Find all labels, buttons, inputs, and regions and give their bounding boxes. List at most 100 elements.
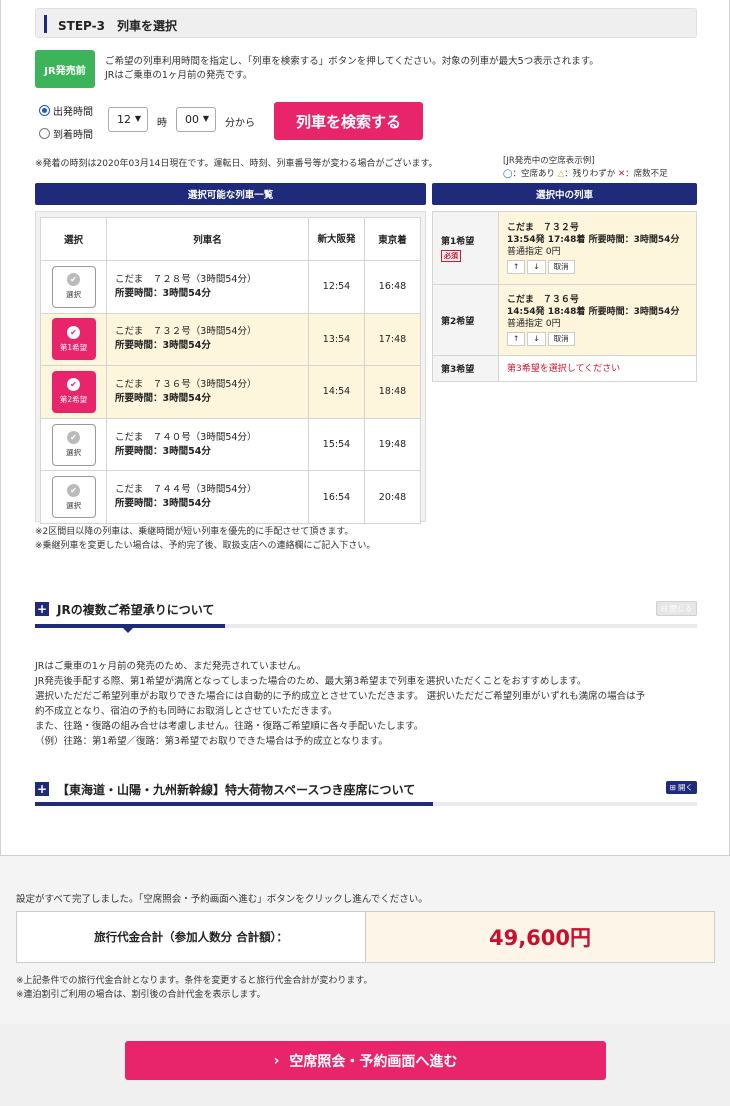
arrival-time: 18:48 — [364, 365, 421, 419]
chosen-seat-type: 普通指定 0円 — [507, 319, 561, 329]
plus-square-icon: ⊞ — [669, 783, 676, 792]
select-train-button[interactable]: ✔ 選択 — [51, 423, 96, 466]
chevron-right-icon: › — [273, 1052, 280, 1069]
step-header: STEP-3 列車を選択 — [35, 8, 697, 38]
intro-line-1: ご希望の列車利用時間を指定し、「列車を検索する」ボタンを押してください。対象の列… — [105, 56, 599, 67]
legend-available: ：空席あり — [512, 169, 556, 179]
col-select: 選択 — [40, 217, 107, 261]
select-train-button[interactable]: ✔ 選択 — [51, 265, 96, 308]
move-up-button[interactable]: ↑ — [507, 332, 526, 346]
legend-none: ：席数不足 — [625, 169, 668, 179]
price-note-1: ※上記条件での旅行代金合計となります。条件を変更すると旅行代金合計が変わります。 — [16, 976, 373, 986]
available-trains-list: 選択 列車名 新大阪発 東京着 ✔ 選択 こだま ７２８号（3時間54分） 所要時間… — [35, 211, 426, 524]
jr-presale-badge: JR発売前 — [35, 50, 95, 88]
table-row: ✔ 第1希望 こだま ７３２号（3時間54分） 所要時間：3時間54分 13:54 … — [40, 312, 421, 367]
check-icon: ✔ — [67, 378, 80, 392]
step-title: STEP-3 列車を選択 — [58, 19, 177, 33]
minute-value: 00 — [185, 113, 199, 126]
arrival-time: 20:48 — [364, 470, 421, 524]
section-underline-accent — [35, 802, 433, 806]
minute-select[interactable]: 00 ▼ — [176, 107, 216, 132]
from-label: 分から — [225, 118, 255, 129]
seat-legend: [JR発売中の空席表示例] ◯：空席あり △：残りわずか ✕：席数不足 — [503, 155, 668, 181]
legend-title: [JR発売中の空席表示例] — [503, 156, 595, 166]
proceed-button[interactable]: › 空席照会・予約画面へ進む — [125, 1041, 606, 1080]
chosen-seat-type: 普通指定 0円 — [507, 247, 561, 257]
train-duration: 所要時間：3時間54分 — [115, 392, 211, 404]
proceed-label: 空席照会・予約画面へ進む — [289, 1053, 458, 1070]
check-icon: ✔ — [67, 431, 80, 445]
arrival-time: 19:48 — [364, 417, 421, 472]
chosen-train-name: こだま ７３２号 — [507, 223, 579, 233]
radio-arrival[interactable]: 到着時間 — [39, 126, 93, 141]
train-name: こだま ７４０号（3時間54分） — [115, 431, 257, 443]
search-trains-button[interactable]: 列車を検索する — [274, 102, 423, 140]
chosen-row-2: 第2希望 こだま ７３６号 14:54発 18:48着 所要時間：3時間54分 … — [432, 284, 697, 356]
check-icon: ✔ — [67, 325, 80, 339]
col-arrival: 東京着 — [364, 217, 421, 261]
table-row: ✔ 選択 こだま ７４４号（3時間54分） 所要時間：3時間54分 16:54 20… — [40, 470, 421, 524]
completion-note: 設定がすべて完了しました。「空席照会・予約画面へ進む」ボタンをクリックし進んでく… — [16, 894, 428, 905]
train-name: こだま ７３６号（3時間54分） — [115, 378, 257, 390]
table-row: ✔ 第2希望 こだま ７３６号（3時間54分） 所要時間：3時間54分 14:54 … — [40, 365, 421, 419]
select-train-button[interactable]: ✔ 第1希望 — [51, 318, 96, 361]
total-price-box: 旅行代金合計（参加人数分 合計額）： 49,600円 — [16, 911, 715, 963]
check-icon: ✔ — [67, 273, 80, 287]
luggage-section-header[interactable]: + 【東海道・山陽・九州新幹線】特大荷物スペースつき座席について ⊞ 開く — [35, 781, 697, 809]
train-duration: 所要時間：3時間54分 — [115, 498, 211, 510]
hour-value: 12 — [117, 113, 131, 126]
rank-label: 第1希望 — [441, 237, 475, 247]
departure-time: 12:54 — [308, 260, 365, 314]
total-price-label: 旅行代金合計（参加人数分 合計額）： — [94, 930, 288, 944]
expand-button[interactable]: ⊞ 開く — [665, 781, 697, 794]
chosen-row-3: 第3希望 第3希望を選択してください — [432, 355, 697, 382]
cancel-button[interactable]: 取消 — [547, 260, 575, 274]
table-row: ✔ 選択 こだま ７４０号（3時間54分） 所要時間：3時間54分 15:54 19… — [40, 417, 421, 472]
arrival-time: 17:48 — [364, 312, 421, 367]
train-duration: 所要時間：3時間54分 — [115, 287, 211, 299]
step3-panel: STEP-3 列車を選択 JR発売前 ご希望の列車利用時間を指定し、「列車を検索… — [0, 0, 730, 856]
train-name: こだま ７２８号（3時間54分） — [115, 273, 257, 285]
legend-few: ：残りわずか — [564, 169, 616, 179]
radio-arrival-dot[interactable] — [39, 128, 50, 139]
chosen-trains-table: 第1希望 必須 こだま ７３２号 13:54発 17:48着 所要時間：3時間5… — [432, 211, 697, 382]
departure-time: 14:54 — [308, 365, 365, 419]
departure-time: 13:54 — [308, 312, 365, 367]
plus-icon[interactable]: + — [35, 782, 49, 796]
hour-select[interactable]: 12 ▼ — [108, 107, 148, 132]
minus-icon: ⊟ — [661, 604, 668, 613]
move-up-button[interactable]: ↑ — [507, 260, 526, 274]
plus-icon[interactable]: + — [35, 602, 49, 616]
arrival-time: 16:48 — [364, 260, 421, 314]
multi-choice-section-header[interactable]: + JRの複数ご希望承りについて ⊟ 閉じる — [35, 601, 697, 633]
multi-choice-title: JRの複数ご希望承りについて — [57, 603, 215, 617]
required-badge: 必須 — [441, 250, 461, 262]
intro-line-2: JRはご乗車の1ヶ月前の発売です。 — [105, 70, 253, 81]
legend-items: ◯：空席あり △：残りわずか ✕：席数不足 — [503, 168, 668, 181]
move-down-button[interactable]: ↓ — [527, 332, 546, 346]
chevron-down-icon: ▼ — [134, 114, 141, 123]
col-train-name: 列車名 — [106, 217, 309, 261]
radio-departure-dot[interactable] — [39, 105, 50, 116]
select-train-button[interactable]: ✔ 第2希望 — [51, 370, 96, 413]
table-header-row: 選択 列車名 新大阪発 東京着 — [40, 217, 421, 261]
move-down-button[interactable]: ↓ — [527, 260, 546, 274]
luggage-section-title: 【東海道・山陽・九州新幹線】特大荷物スペースつき座席について — [57, 783, 416, 797]
available-trains-header: 選択可能な列車一覧 — [35, 183, 426, 205]
available-trains-table: 選択 列車名 新大阪発 東京着 ✔ 選択 こだま ７２８号（3時間54分） 所要時間… — [40, 217, 421, 524]
chosen-train-times: 13:54発 17:48着 所要時間：3時間54分 — [507, 235, 680, 245]
check-icon: ✔ — [67, 483, 80, 497]
transfer-note-2: ※乗継列車を変更したい場合は、予約完了後、取扱支店への連絡欄にご記入下さい。 — [35, 541, 376, 551]
train-duration: 所要時間：3時間54分 — [115, 340, 211, 352]
chosen-train-times: 14:54発 18:48着 所要時間：3時間54分 — [507, 307, 680, 317]
cancel-button[interactable]: 取消 — [547, 332, 575, 346]
col-departure: 新大阪発 — [308, 217, 365, 261]
chosen-row-1: 第1希望 必須 こだま ７３２号 13:54発 17:48着 所要時間：3時間5… — [432, 211, 697, 285]
select-train-button[interactable]: ✔ 選択 — [51, 476, 96, 519]
circle-icon: ◯ — [503, 169, 513, 179]
select-third-prompt: 第3希望を選択してください — [498, 355, 697, 382]
radio-departure[interactable]: 出発時間 — [39, 103, 93, 118]
train-name: こだま ７４４号（3時間54分） — [115, 484, 257, 496]
transfer-note-1: ※2区間目以降の列車は、乗継時間が短い列車を優先的に手配させて頂きます。 — [35, 527, 354, 537]
collapse-button[interactable]: ⊟ 閉じる — [656, 601, 697, 616]
